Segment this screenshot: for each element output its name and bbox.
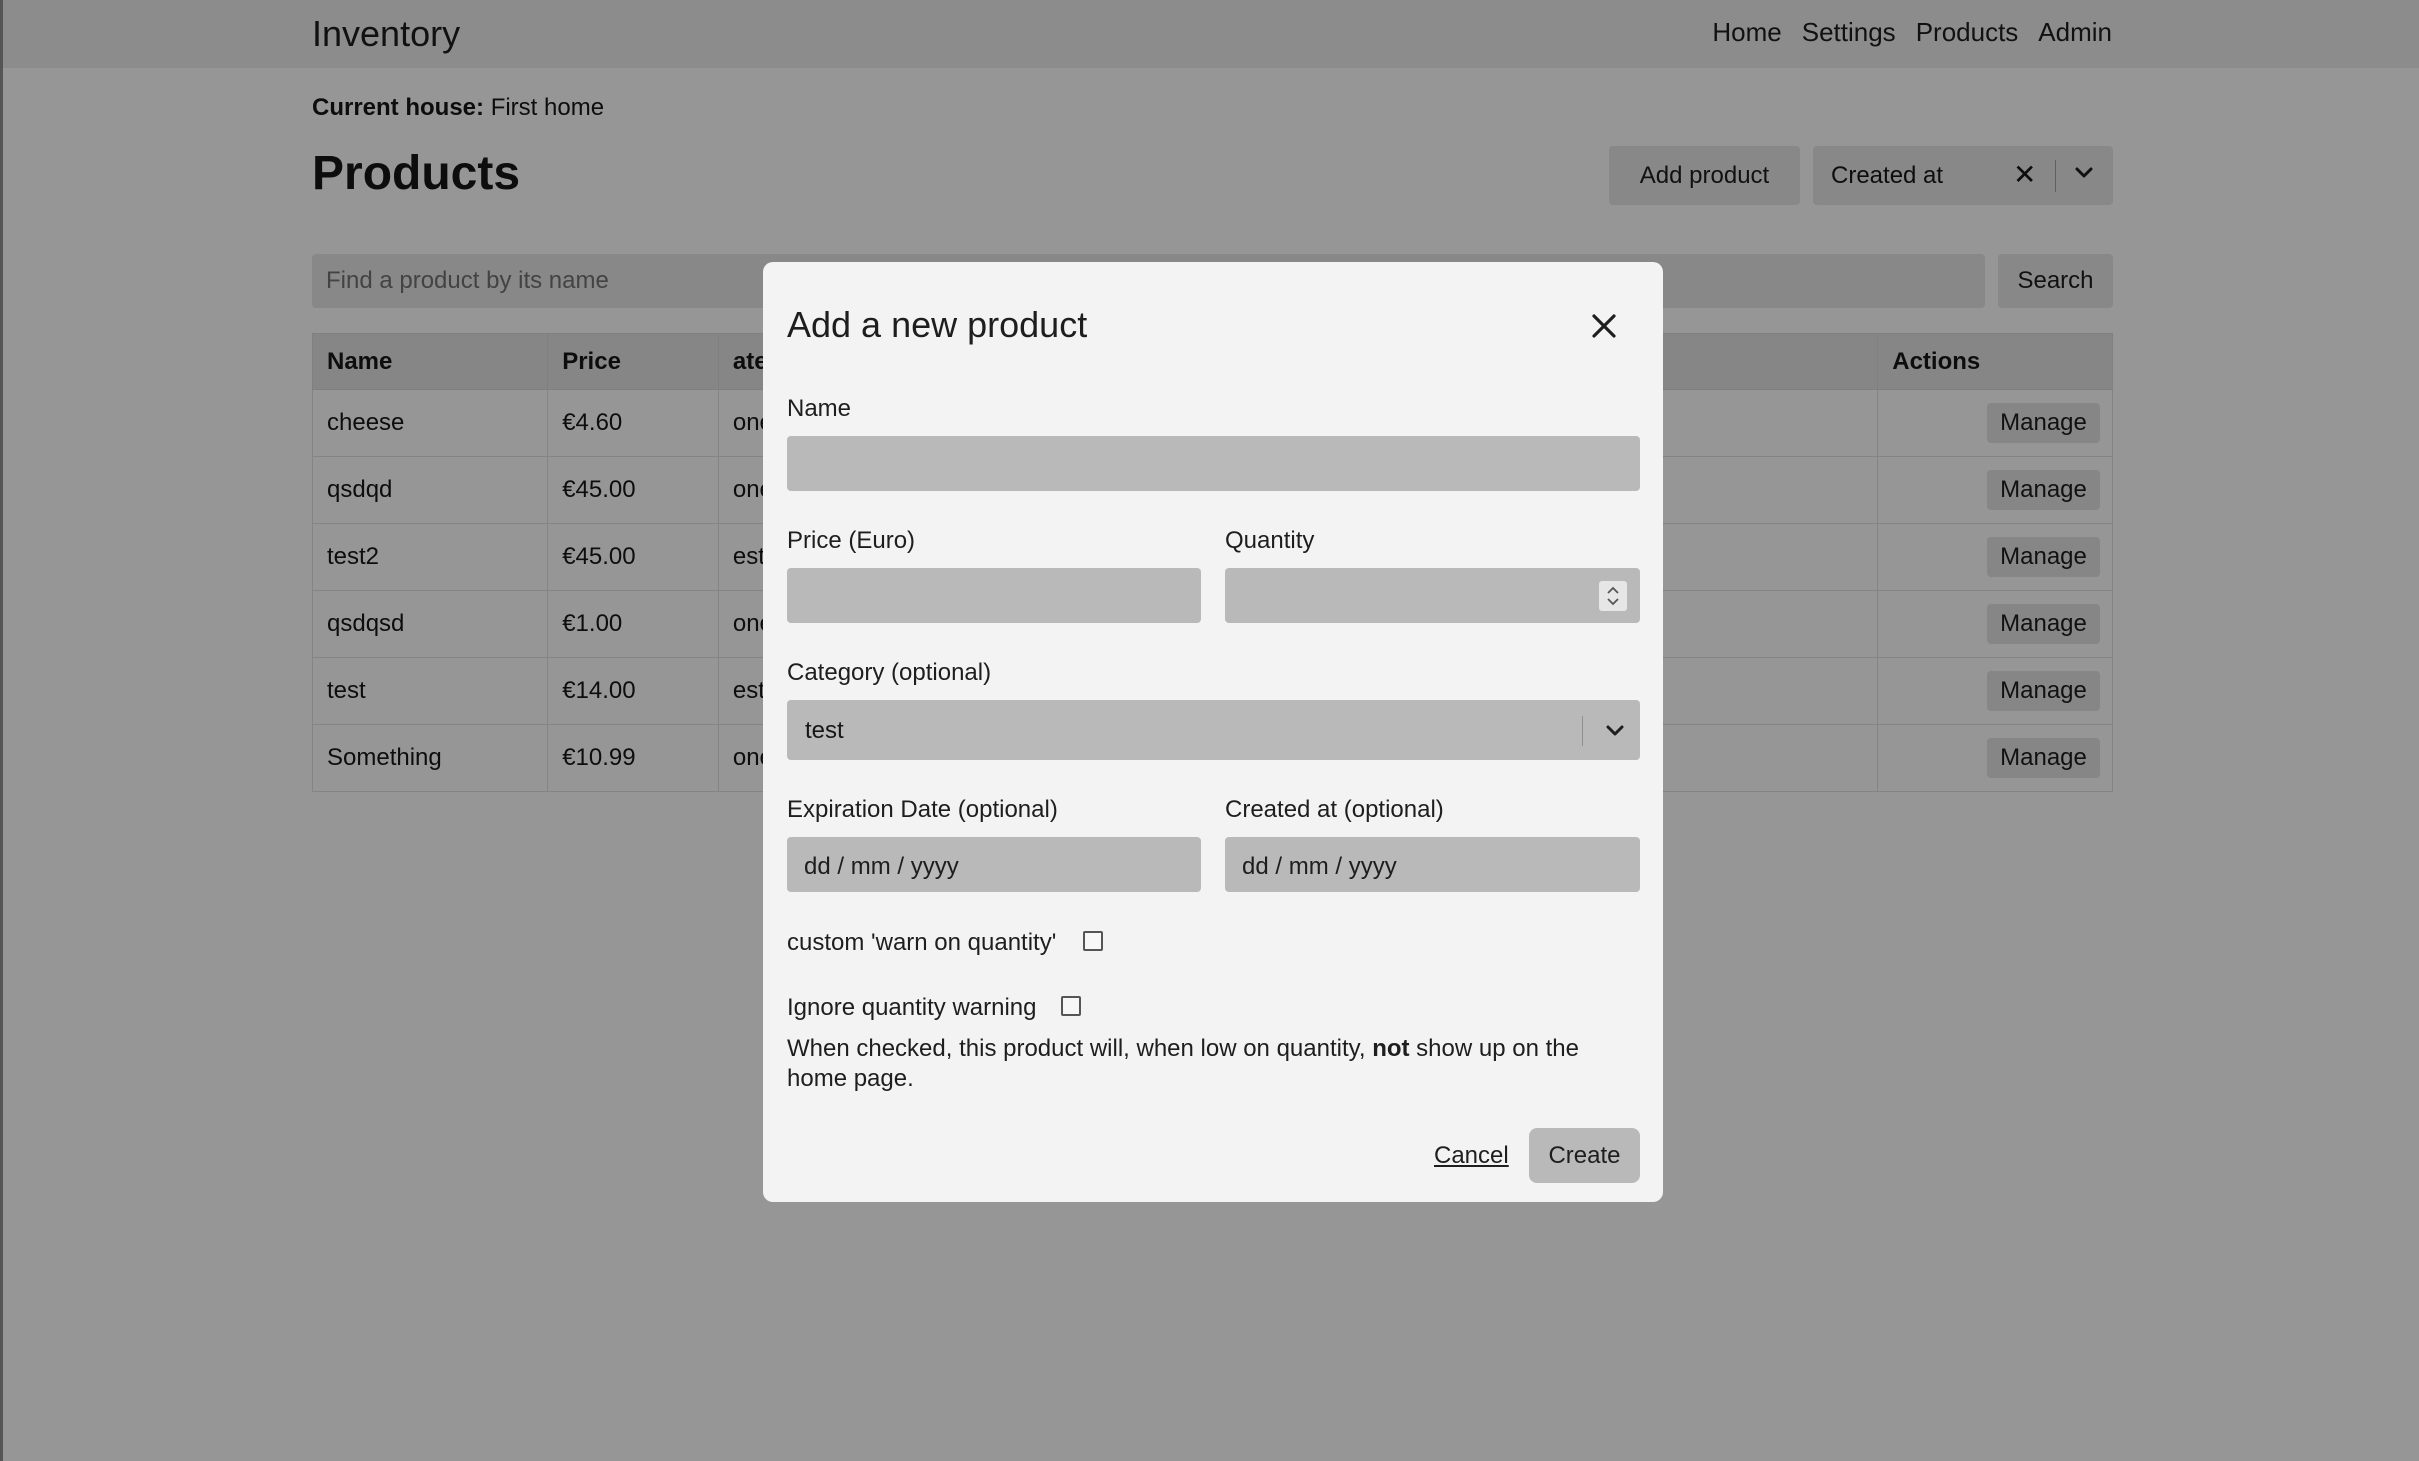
created-at-placeholder: dd / mm / yyyy: [1242, 853, 1397, 880]
created-at-input[interactable]: dd / mm / yyyy: [1225, 837, 1640, 892]
expiration-date-input[interactable]: dd / mm / yyyy: [787, 837, 1201, 892]
ignore-warning-help-text: When checked, this product will, when lo…: [787, 1034, 1642, 1094]
quantity-input[interactable]: [1225, 568, 1640, 623]
category-label: Category (optional): [787, 659, 992, 686]
name-label: Name: [787, 395, 852, 422]
create-button[interactable]: Create: [1529, 1128, 1640, 1183]
expiration-date-label: Expiration Date (optional): [787, 796, 1058, 823]
warn-on-quantity-checkbox[interactable]: [1083, 931, 1103, 951]
help-text-emphasis: not: [1372, 1035, 1410, 1062]
category-select[interactable]: test: [787, 700, 1640, 760]
created-at-label: Created at (optional): [1225, 796, 1444, 823]
expiration-date-placeholder: dd / mm / yyyy: [804, 853, 959, 880]
chevron-down-icon[interactable]: [1604, 720, 1626, 742]
help-text-part: When checked, this product will, when lo…: [787, 1035, 1373, 1062]
category-select-value: test: [805, 717, 844, 744]
close-icon[interactable]: [1586, 308, 1622, 344]
ignore-quantity-warning-label: Ignore quantity warning: [787, 994, 1037, 1021]
add-product-modal: Add a new product Name Price (Euro) Quan…: [763, 262, 1663, 1202]
stepper-arrows-icon[interactable]: [1605, 585, 1621, 607]
modal-title: Add a new product: [787, 304, 1088, 345]
name-input[interactable]: [787, 436, 1640, 491]
warn-on-quantity-label: custom 'warn on quantity': [787, 929, 1057, 956]
ignore-quantity-warning-checkbox[interactable]: [1061, 996, 1081, 1016]
cancel-button[interactable]: Cancel: [1434, 1142, 1509, 1170]
price-input[interactable]: [787, 568, 1201, 623]
quantity-label: Quantity: [1225, 527, 1315, 554]
price-label: Price (Euro): [787, 527, 916, 554]
quantity-stepper[interactable]: [1599, 581, 1627, 611]
category-select-separator: [1582, 716, 1583, 746]
